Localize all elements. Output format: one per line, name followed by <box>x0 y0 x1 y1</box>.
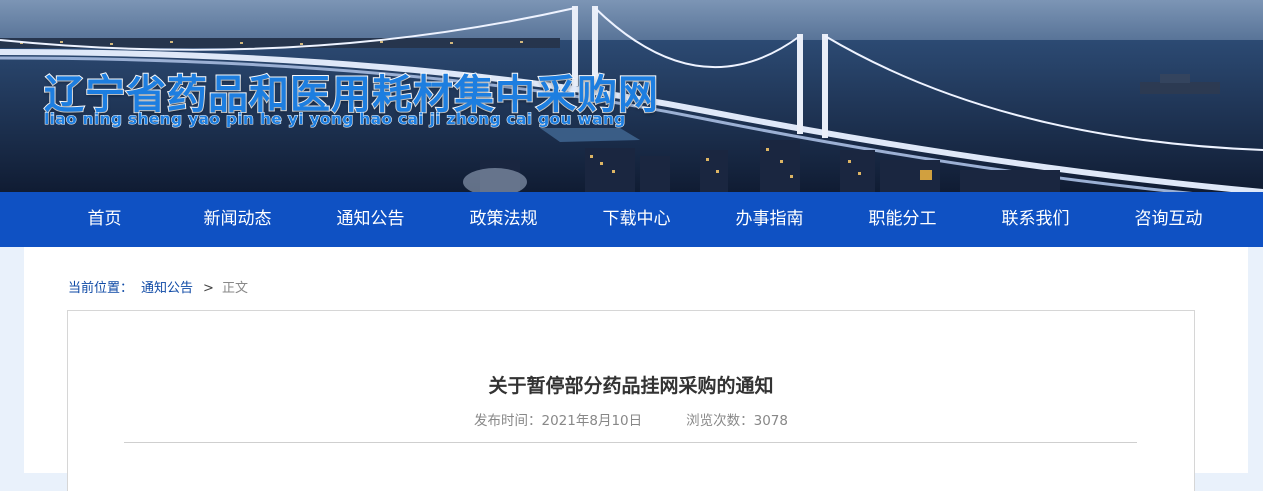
nav-item-news[interactable]: 新闻动态 <box>171 192 304 247</box>
nav-item-notices[interactable]: 通知公告 <box>304 192 437 247</box>
nav-item-policies[interactable]: 政策法规 <box>437 192 570 247</box>
nav-item-functions[interactable]: 职能分工 <box>836 192 969 247</box>
publish-label: 发布时间： <box>474 413 542 429</box>
main-nav: 首页 新闻动态 通知公告 政策法规 下载中心 办事指南 职能分工 联系我们 咨询… <box>0 192 1263 247</box>
breadcrumb-current: 正文 <box>221 281 248 296</box>
nav-item-guide[interactable]: 办事指南 <box>703 192 836 247</box>
nav-item-consult[interactable]: 咨询互动 <box>1102 192 1235 247</box>
article-panel: 关于暂停部分药品挂网采购的通知 发布时间：2021年8月10日 浏览次数：3078 <box>67 310 1195 491</box>
article-title: 关于暂停部分药品挂网采购的通知 <box>488 375 774 397</box>
nav-item-downloads[interactable]: 下载中心 <box>570 192 703 247</box>
views-label: 浏览次数： <box>686 413 754 429</box>
nav-item-contact[interactable]: 联系我们 <box>969 192 1102 247</box>
nav-item-home[interactable]: 首页 <box>38 192 171 247</box>
article-meta: 发布时间：2021年8月10日 浏览次数：3078 <box>68 409 1194 429</box>
article-divider <box>124 442 1137 443</box>
header-banner: 辽宁省药品和医用耗材集中采购网 liao ning sheng yao pin … <box>0 0 1263 192</box>
site-title-pinyin: liao ning sheng yao pin he yi yong hao c… <box>44 110 626 129</box>
breadcrumb-link-notices[interactable]: 通知公告 <box>141 281 193 296</box>
content-area: 当前位置： 通知公告 > 正文 关于暂停部分药品挂网采购的通知 发布时间：2021年8… <box>24 247 1248 491</box>
views-count: 3078 <box>753 413 788 429</box>
breadcrumb-separator: > <box>203 281 214 296</box>
breadcrumb-label: 当前位置： <box>68 281 134 296</box>
breadcrumb: 当前位置： 通知公告 > 正文 <box>68 277 248 296</box>
publish-date: 2021年8月10日 <box>541 413 643 429</box>
